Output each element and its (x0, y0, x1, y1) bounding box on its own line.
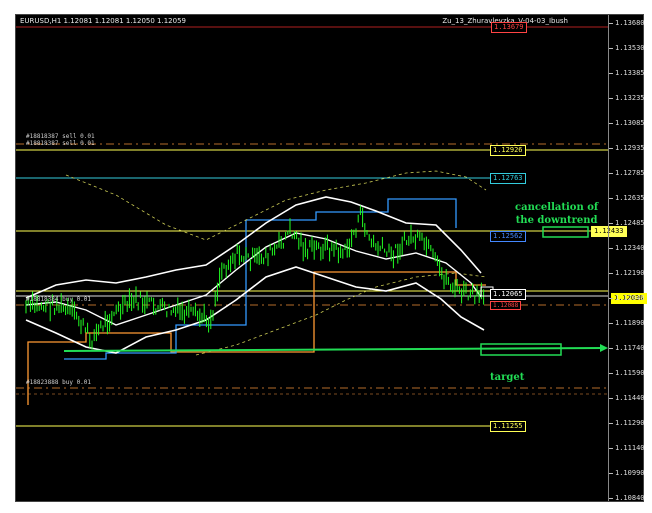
chart-window[interactable]: EURUSD,H1 1.12081 1.12081 1.12050 1.1205… (15, 14, 647, 502)
candles-group (25, 205, 485, 350)
price-axis-label: 1.12340 (615, 244, 645, 252)
blue-step-line (64, 198, 457, 360)
annotation-cancellation-line2: the downtrend (515, 215, 598, 226)
yellow-dashed-envelope-lower (195, 272, 487, 356)
order-label-buy-2[interactable]: #18823888 buy 0.01 (26, 379, 91, 386)
price-axis-label: 1.12935 (615, 144, 645, 152)
bollinger-upper (25, 196, 482, 299)
price-axis-tick (609, 23, 613, 24)
price-axis-label: 1.12785 (615, 169, 645, 177)
price-axis-tick (609, 348, 613, 349)
level-tag-blue: 1.12562 (490, 231, 526, 242)
price-axis-label: 1.12190 (615, 269, 645, 277)
level-tag-cyan: 1.12763 (490, 173, 526, 184)
price-axis-label: 1.10840 (615, 494, 645, 502)
price-axis-tick (609, 423, 613, 424)
price-axis-tick (609, 448, 613, 449)
cancellation-box[interactable] (542, 226, 589, 238)
plot-area[interactable]: EURUSD,H1 1.12081 1.12081 1.12050 1.1205… (16, 15, 627, 501)
price-axis-label: 1.13530 (615, 44, 645, 52)
price-axis-label: 1.10990 (615, 469, 645, 477)
price-axis[interactable]: 1.12036 1.13680 1.13530 1.13385 1.13235 1.13… (608, 15, 647, 502)
annotation-cancellation: cancellation of the downtrend (515, 201, 598, 227)
order-label-buy-1[interactable]: #18818384 buy 0.01 (26, 296, 91, 303)
price-axis-label: 1.11140 (615, 444, 645, 452)
order-label-sell-1[interactable]: #18818387 sell 0.01 (26, 133, 95, 140)
price-axis-label: 1.13235 (615, 94, 645, 102)
price-axis-label: 1.11290 (615, 419, 645, 427)
price-axis-label: 1.11590 (615, 369, 645, 377)
price-axis-tick (609, 248, 613, 249)
price-axis-tick (609, 98, 613, 99)
price-axis-tick (609, 498, 613, 499)
price-axis-label: 1.12635 (615, 194, 645, 202)
price-axis-label: 1.13085 (615, 119, 645, 127)
price-axis-tick (609, 123, 613, 124)
price-axis-tick (609, 148, 613, 149)
level-tag-red-top: 1.13679 (491, 22, 527, 33)
price-axis-tick (609, 473, 613, 474)
price-axis-label: 1.13385 (615, 69, 645, 77)
price-axis-label: 1.12485 (615, 219, 645, 227)
annotation-cancellation-line1: cancellation of (515, 202, 599, 213)
price-axis-tick (609, 398, 613, 399)
level-tag-yellow-bottom: 1.11255 (490, 421, 526, 432)
price-axis-label: 1.12040 (615, 294, 645, 302)
bollinger-mid (25, 232, 482, 326)
price-axis-tick (609, 223, 613, 224)
level-tag-white: 1.12065 (490, 289, 526, 300)
yellow-dashed-envelope-upper (65, 170, 487, 241)
target-arrow-head (600, 344, 608, 352)
price-axis-label: 1.11440 (615, 394, 645, 402)
level-tag-red-small: 1.12088 (490, 301, 522, 310)
price-axis-tick (609, 323, 613, 324)
annotation-target: target (490, 372, 525, 383)
price-axis-tick (609, 173, 613, 174)
price-axis-label: 1.11740 (615, 344, 645, 352)
price-axis-tick (609, 48, 613, 49)
price-axis-label: 1.13680 (615, 19, 645, 27)
price-axis-label: 1.11890 (615, 319, 645, 327)
price-axis-tick (609, 273, 613, 274)
level-tag-yellow-top: 1.12926 (490, 145, 526, 156)
symbol-header: EURUSD,H1 1.12081 1.12081 1.12050 1.1205… (20, 17, 186, 25)
order-label-sell-2[interactable]: #18818387 sell 0.01 (26, 140, 95, 147)
price-axis-tick (609, 373, 613, 374)
price-axis-tick (609, 198, 613, 199)
price-axis-tick (609, 73, 613, 74)
target-arrow-line (63, 347, 605, 352)
price-axis-tick (609, 298, 613, 299)
